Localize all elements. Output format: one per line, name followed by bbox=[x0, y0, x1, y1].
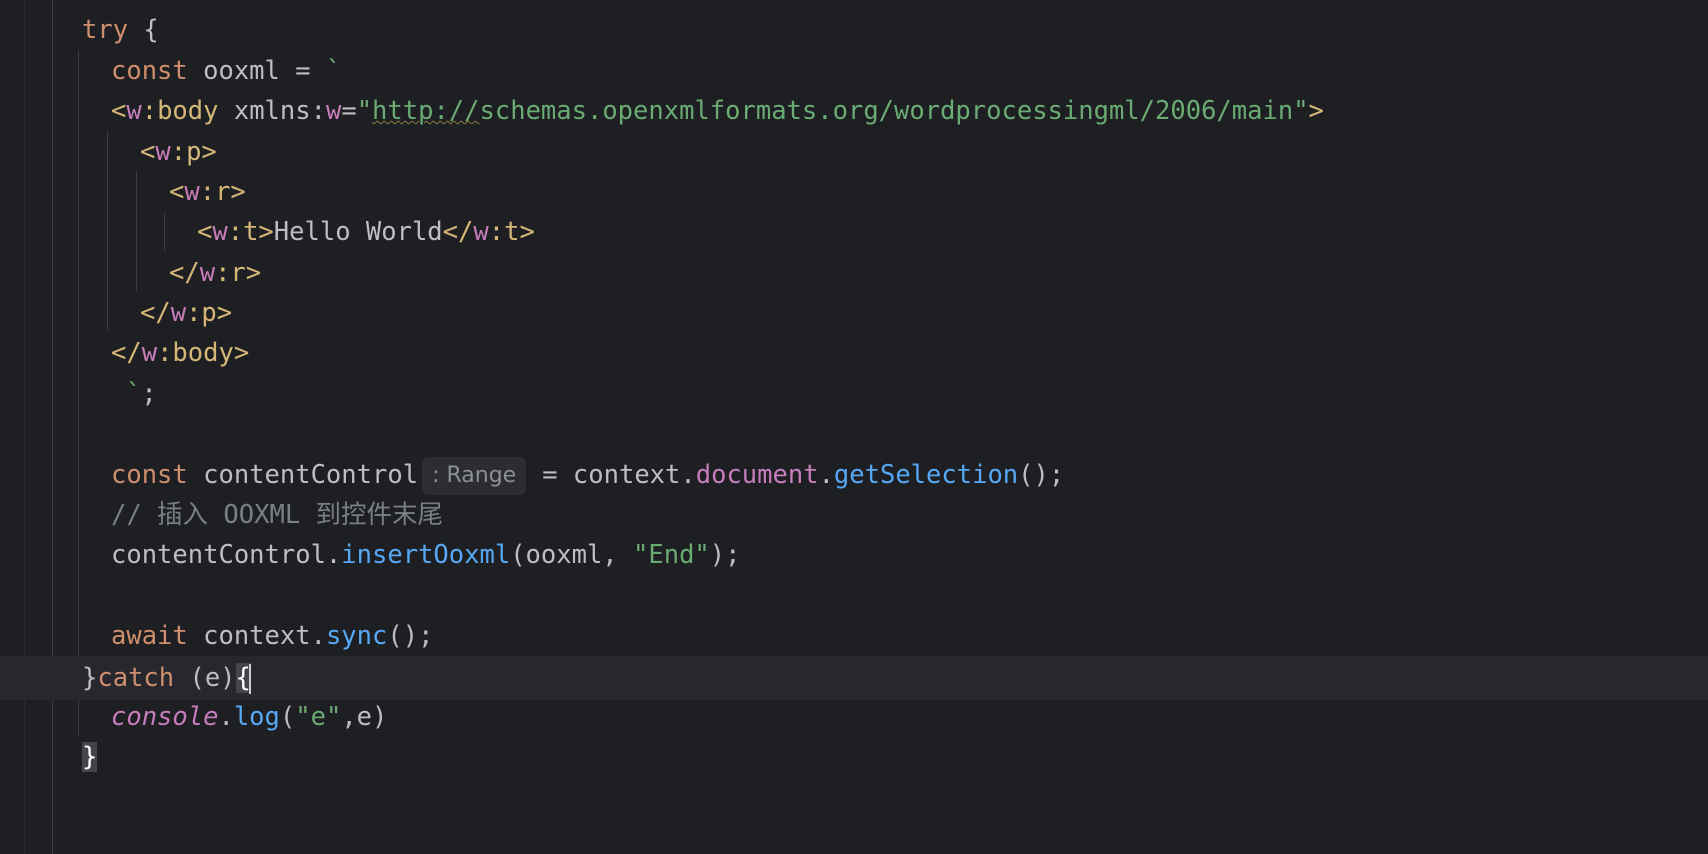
operator: = bbox=[279, 56, 326, 86]
tag-bracket: </ bbox=[442, 217, 474, 247]
tag-name: body bbox=[157, 96, 219, 126]
code-line[interactable]: // 插入 OOXML 到控件末尾 bbox=[0, 493, 1708, 537]
object-ref: context. bbox=[187, 621, 326, 651]
code-line[interactable]: <w:t>Hello World</w:t> bbox=[0, 210, 1708, 254]
attribute-namespace: w bbox=[325, 96, 342, 126]
code-line[interactable]: </w:body> bbox=[0, 331, 1708, 375]
tag-namespace: w bbox=[473, 217, 489, 247]
tag-bracket: < bbox=[111, 96, 127, 126]
tag-name: :body> bbox=[157, 338, 250, 368]
tag-namespace: w bbox=[141, 338, 158, 368]
close-brace: } bbox=[82, 663, 98, 693]
tag-name: :t> bbox=[227, 217, 274, 247]
arguments: (ooxml, bbox=[510, 540, 634, 570]
attribute-equals: = bbox=[341, 96, 357, 126]
text-caret bbox=[248, 664, 251, 694]
code-line[interactable]: `; bbox=[0, 372, 1708, 416]
variable-name: ooxml bbox=[187, 56, 280, 86]
semicolon: ; bbox=[141, 379, 157, 409]
tag-bracket: </ bbox=[111, 338, 142, 368]
call-end: ,e) bbox=[341, 702, 388, 732]
tag-namespace: w bbox=[155, 137, 171, 167]
method-getselection: getSelection bbox=[833, 460, 1019, 490]
tag-bracket: > bbox=[1308, 96, 1324, 126]
tag-namespace: w bbox=[212, 217, 228, 247]
paren: ( bbox=[279, 702, 296, 732]
tag-namespace: w bbox=[199, 258, 216, 288]
object-ref: contentControl. bbox=[111, 540, 342, 570]
code-line[interactable]: <w:p> bbox=[0, 130, 1708, 174]
tag-name: :r> bbox=[215, 258, 262, 288]
template-tick: ` bbox=[325, 56, 342, 86]
open-brace: { bbox=[128, 15, 159, 45]
attribute-name: xmlns: bbox=[218, 96, 326, 126]
tag-namespace: w bbox=[126, 96, 142, 126]
url-protocol[interactable]: http:// bbox=[372, 96, 479, 126]
tag-bracket: </ bbox=[140, 298, 171, 328]
code-line[interactable]: </w:r> bbox=[0, 251, 1708, 295]
tag-name: :r> bbox=[199, 177, 246, 207]
call-parens: (); bbox=[1018, 460, 1065, 490]
method-log: log bbox=[233, 702, 280, 732]
property-document: document bbox=[695, 460, 819, 490]
matched-close-brace: } bbox=[82, 742, 98, 772]
code-line[interactable]: try { bbox=[0, 8, 1708, 52]
tag-namespace: w bbox=[184, 177, 200, 207]
code-line[interactable]: const ooxml = ` bbox=[0, 49, 1708, 93]
tag-namespace: w bbox=[170, 298, 187, 328]
tag-name: :p> bbox=[186, 298, 233, 328]
url-path: schemas.openxmlformats.org/wordprocessin… bbox=[479, 96, 1294, 126]
dot: . bbox=[218, 702, 234, 732]
type-hint-badge: : Range bbox=[422, 457, 527, 495]
tag-bracket: < bbox=[140, 137, 156, 167]
keyword-const: const bbox=[111, 56, 188, 86]
keyword-catch: catch bbox=[97, 663, 175, 693]
call-parens: (); bbox=[387, 621, 434, 651]
assignment: = context. bbox=[542, 460, 696, 490]
code-line[interactable]: console.log("e",e) bbox=[0, 695, 1708, 739]
keyword-await: await bbox=[111, 621, 188, 651]
catch-param: (e) bbox=[174, 663, 236, 693]
variable-name: contentControl bbox=[187, 460, 419, 490]
quote: " bbox=[1293, 96, 1309, 126]
console-object: console bbox=[111, 702, 219, 732]
tag-colon: : bbox=[141, 96, 158, 126]
quote: " bbox=[356, 96, 373, 126]
string-literal: "e" bbox=[295, 702, 342, 732]
code-line-current[interactable]: }catch (e){ bbox=[0, 656, 1708, 700]
keyword-try: try bbox=[82, 15, 129, 45]
method-sync: sync bbox=[325, 621, 388, 651]
call-end: ); bbox=[709, 540, 741, 570]
tag-bracket: < bbox=[197, 217, 213, 247]
dot: . bbox=[818, 460, 834, 490]
tag-name: :p> bbox=[170, 137, 217, 167]
code-line[interactable]: contentControl.insertOoxml(ooxml, "End")… bbox=[0, 533, 1708, 577]
code-line[interactable]: await context.sync(); bbox=[0, 614, 1708, 658]
code-line[interactable]: </w:p> bbox=[0, 291, 1708, 335]
text-content: Hello World bbox=[273, 217, 443, 247]
template-tick: ` bbox=[126, 379, 142, 409]
code-line[interactable]: const contentControl: Range = context.doc… bbox=[0, 453, 1708, 497]
comment: // 插入 OOXML 到控件末尾 bbox=[111, 500, 444, 530]
tag-name: :t> bbox=[488, 217, 535, 247]
string-literal: "End" bbox=[633, 540, 710, 570]
code-line[interactable]: <w:body xmlns:w="http://schemas.openxmlf… bbox=[0, 89, 1708, 133]
tag-bracket: </ bbox=[169, 258, 200, 288]
method-insertooxml: insertOoxml bbox=[341, 540, 511, 570]
tag-bracket: < bbox=[169, 177, 185, 207]
keyword-const: const bbox=[111, 460, 188, 490]
code-editor[interactable]: try { const ooxml = ` <w:body xmlns:w="h… bbox=[0, 0, 1708, 854]
code-line[interactable]: } bbox=[0, 735, 1708, 779]
code-line[interactable]: <w:r> bbox=[0, 170, 1708, 214]
